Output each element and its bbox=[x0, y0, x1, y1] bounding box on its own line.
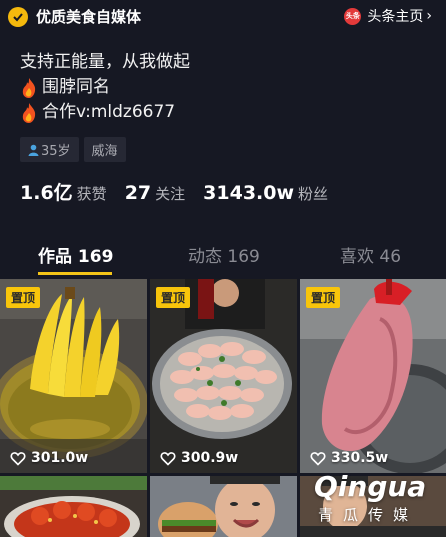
bio-line: 合作v:mldz6677 bbox=[20, 100, 190, 125]
likes-count: 1.6亿 bbox=[20, 182, 73, 204]
like-count: 300.9w bbox=[181, 450, 239, 466]
video-thumbnail[interactable]: 置顶 301.0w bbox=[0, 279, 147, 473]
bio-weibo-text: 围脖同名 bbox=[42, 77, 110, 97]
tab-works[interactable]: 作品 169 bbox=[38, 242, 113, 267]
chevron-right-icon: › bbox=[426, 8, 432, 24]
burger-eating-image bbox=[150, 476, 297, 537]
raw-meat-image bbox=[300, 279, 446, 473]
heart-icon bbox=[310, 451, 326, 466]
video-likes: 301.0w bbox=[10, 450, 88, 466]
bio-line: 围脖同名 bbox=[20, 75, 190, 100]
following-stat[interactable]: 27 关注 bbox=[125, 182, 185, 204]
pinned-badge: 置顶 bbox=[6, 287, 41, 308]
profile-stats: 1.6亿 获赞 27 关注 3143.0w 粉丝 bbox=[20, 178, 346, 205]
check-icon bbox=[8, 6, 28, 27]
video-thumbnail[interactable] bbox=[0, 476, 147, 537]
active-tab-indicator bbox=[38, 272, 112, 275]
toutiao-homepage-link[interactable]: 头条 头条主页 › bbox=[344, 6, 432, 26]
verified-badge-label: 优质美食自媒体 bbox=[36, 8, 142, 26]
qingua-watermark: Qingua 青瓜传媒 bbox=[314, 470, 444, 534]
followers-label: 粉丝 bbox=[298, 185, 329, 203]
fire-icon bbox=[22, 102, 36, 123]
pinned-badge: 置顶 bbox=[306, 287, 341, 308]
fire-icon bbox=[22, 77, 36, 98]
pinned-badge: 置顶 bbox=[156, 287, 191, 308]
person-icon bbox=[28, 144, 39, 156]
top-bar: 优质美食自媒体 头条 头条主页 › bbox=[0, 0, 446, 34]
watermark-logo: Qingua bbox=[314, 470, 427, 503]
followers-count: 3143.0w bbox=[203, 182, 295, 204]
like-count: 301.0w bbox=[31, 450, 89, 466]
age-tag: 35岁 bbox=[20, 137, 79, 162]
toutiao-icon: 头条 bbox=[344, 7, 362, 25]
video-thumbnail[interactable] bbox=[150, 476, 297, 537]
heart-icon bbox=[160, 451, 176, 466]
video-thumbnail[interactable]: 置顶 300.9w bbox=[150, 279, 297, 473]
verified-badge: 优质美食自媒体 bbox=[8, 6, 141, 27]
video-likes: 330.5w bbox=[310, 450, 388, 466]
tab-favorites[interactable]: 喜欢 46 bbox=[340, 242, 401, 267]
watermark-subtitle: 青瓜传媒 bbox=[318, 506, 419, 524]
video-thumbnail[interactable]: 置顶 330.5w bbox=[300, 279, 446, 473]
bio-contact-text: 合作v:mldz6677 bbox=[42, 102, 176, 122]
heart-icon bbox=[10, 451, 26, 466]
profile-bio: 支持正能量，从我做起 围脖同名 合作v:mldz6677 bbox=[20, 50, 190, 125]
video-likes: 300.9w bbox=[160, 450, 238, 466]
toutiao-homepage-label: 头条主页 bbox=[367, 9, 424, 25]
bananas-wok-image bbox=[0, 279, 147, 473]
profile-tags: 35岁 威海 bbox=[20, 137, 131, 162]
following-label: 关注 bbox=[155, 185, 186, 203]
like-count: 330.5w bbox=[331, 450, 389, 466]
location-tag: 威海 bbox=[83, 137, 126, 162]
chicken-wings-image bbox=[150, 279, 297, 473]
age-tag-label: 35岁 bbox=[41, 144, 71, 159]
tab-moments[interactable]: 动态 169 bbox=[188, 242, 260, 267]
followers-stat[interactable]: 3143.0w 粉丝 bbox=[203, 182, 328, 204]
likes-label: 获赞 bbox=[76, 185, 107, 203]
likes-stat: 1.6亿 获赞 bbox=[20, 178, 107, 205]
profile-tabs: 作品 169 动态 169 喜欢 46 bbox=[0, 232, 446, 276]
following-count: 27 bbox=[124, 182, 152, 204]
bio-line: 支持正能量，从我做起 bbox=[20, 52, 190, 72]
crabs-dish-image bbox=[0, 476, 147, 537]
